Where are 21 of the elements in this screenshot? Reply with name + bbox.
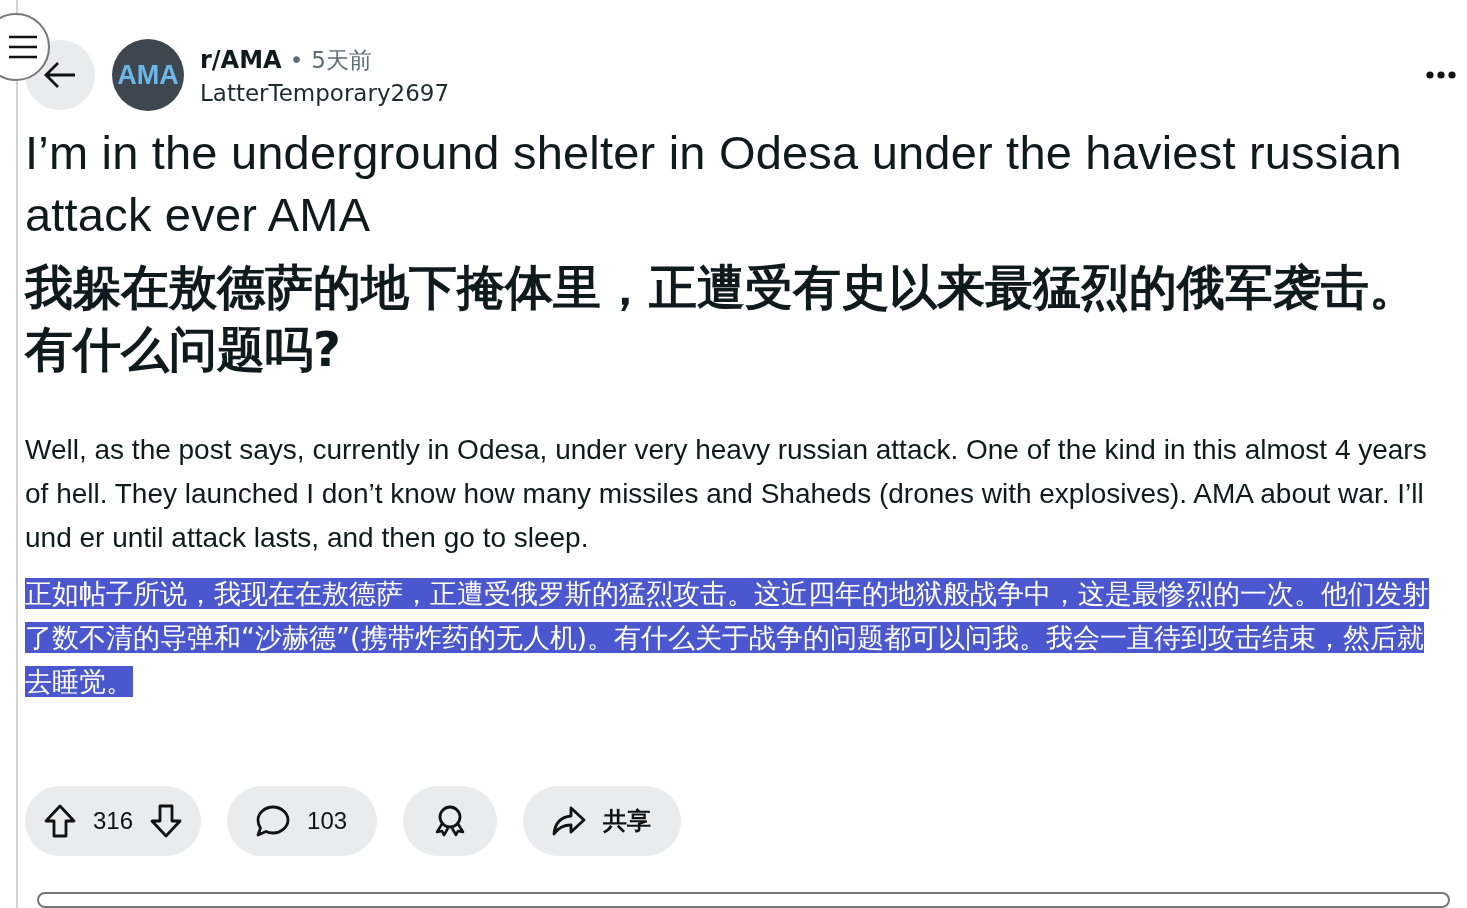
- comments-button[interactable]: 103: [227, 786, 378, 856]
- post-title: 我躲在敖德萨的地下掩体里，正遭受有史以来最猛烈的俄军袭击。有什么问题吗?: [25, 258, 1418, 379]
- vote-count: 316: [93, 807, 134, 835]
- downvote-icon[interactable]: [149, 803, 184, 839]
- post-age: 5天前: [311, 45, 372, 75]
- comment-field[interactable]: [37, 892, 1450, 908]
- author-name[interactable]: LatterTemporary2697: [200, 79, 1426, 106]
- post-paragraph: Well, as the post says, currently in Odesa, under very heavy russian attack. One of the kind in this almost 4 years of hell. They launched I don’t know how many missiles and Shaheds (drones with explosives). AMA about war. I’ll und er until attack lasts, and then go to sleep.: [25, 433, 1428, 555]
- subreddit-link[interactable]: r/AMA: [200, 46, 282, 74]
- separator-dot: •: [289, 47, 304, 73]
- share-button[interactable]: 共享: [523, 786, 682, 856]
- subreddit-avatar[interactable]: AMA: [112, 39, 184, 111]
- back-arrow-icon: [43, 61, 77, 89]
- speech-bubble-icon: [255, 804, 292, 838]
- share-arrow-icon: [551, 804, 588, 838]
- more-options-icon[interactable]: [1426, 71, 1456, 79]
- post-title: I’m in the underground shelter in Odesa under the haviest russian attack ever AMA: [25, 125, 1403, 243]
- menu-icon: [8, 34, 38, 60]
- post-paragraph: 正如帖子所说，我现在在敖德萨，正遭受俄罗斯的猛烈攻击。这近四年的地狱般战争中，这是最惨烈的一次。他们发射了数不清的导弹和“沙赫德”(携带炸药的无人机)。有什么关于战争的问题都可以问我。我会一直待到攻击结束，然后就去睡觉。: [25, 577, 1430, 699]
- menu-button[interactable]: [0, 13, 50, 81]
- upvote-icon[interactable]: [43, 803, 77, 839]
